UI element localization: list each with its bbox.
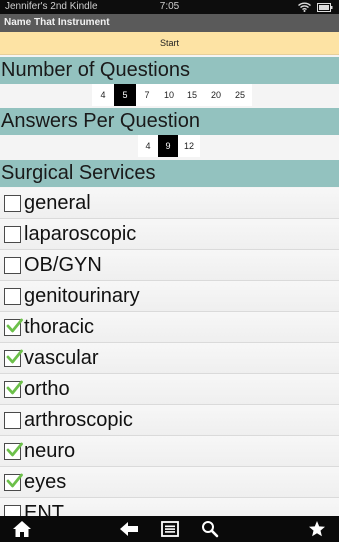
- menu-icon: [161, 521, 179, 537]
- checkbox[interactable]: [4, 411, 21, 429]
- checkmark-icon: [6, 318, 23, 332]
- checkbox[interactable]: [4, 194, 21, 212]
- service-row-neuro[interactable]: neuro: [0, 436, 339, 467]
- service-label: neuro: [24, 439, 76, 462]
- question-count-option[interactable]: 20: [204, 84, 228, 106]
- checkbox[interactable]: [4, 473, 23, 491]
- service-list: general laparoscopic OB/GYN genitourinar…: [0, 188, 339, 516]
- questions-header: Number of Questions: [0, 57, 339, 84]
- answer-count-option[interactable]: 12: [178, 135, 200, 157]
- service-label: general: [24, 191, 91, 214]
- checkmark-icon: [6, 349, 23, 363]
- checkmark-icon: [6, 442, 23, 456]
- start-button[interactable]: Start: [0, 32, 339, 55]
- service-label: eyes: [24, 470, 67, 493]
- wifi-icon: [298, 2, 311, 12]
- checkbox[interactable]: [4, 442, 23, 460]
- question-count-option[interactable]: 25: [228, 84, 252, 106]
- question-count-option[interactable]: 15: [180, 84, 204, 106]
- question-count-option[interactable]: 7: [136, 84, 158, 106]
- question-count-selector: 4 5 7 10 15 20 25: [92, 84, 252, 106]
- checkbox[interactable]: [4, 318, 23, 336]
- checkbox[interactable]: [4, 256, 21, 274]
- service-row-laparoscopic[interactable]: laparoscopic: [0, 219, 339, 250]
- service-label: vascular: [24, 346, 99, 369]
- checkbox[interactable]: [4, 380, 23, 398]
- favorites-button[interactable]: [306, 519, 328, 539]
- service-row-thoracic[interactable]: thoracic: [0, 312, 339, 343]
- nav-bar: [0, 516, 339, 542]
- service-label: thoracic: [24, 315, 95, 338]
- answers-header: Answers Per Question: [0, 108, 339, 135]
- service-row-obgyn[interactable]: OB/GYN: [0, 250, 339, 281]
- service-label: arthroscopic: [24, 408, 133, 431]
- status-icons: [298, 1, 333, 13]
- battery-icon: [317, 2, 333, 12]
- back-button[interactable]: [118, 519, 140, 539]
- answer-count-option[interactable]: 9: [158, 135, 178, 157]
- checkbox[interactable]: [4, 287, 21, 305]
- service-row-ent[interactable]: ENT: [0, 498, 339, 516]
- service-row-ortho[interactable]: ortho: [0, 374, 339, 405]
- home-button[interactable]: [11, 519, 33, 539]
- home-icon: [13, 521, 31, 537]
- service-label: OB/GYN: [24, 253, 102, 276]
- service-row-general[interactable]: general: [0, 188, 339, 219]
- menu-button[interactable]: [159, 519, 181, 539]
- back-icon: [120, 522, 138, 536]
- checkmark-icon: [6, 380, 23, 394]
- search-icon: [202, 521, 219, 538]
- service-label: genitourinary: [24, 284, 140, 307]
- services-header: Surgical Services: [0, 160, 339, 187]
- checkmark-icon: [6, 473, 23, 487]
- question-count-option[interactable]: 4: [92, 84, 114, 106]
- checkbox[interactable]: [4, 349, 23, 367]
- question-count-option[interactable]: 10: [158, 84, 180, 106]
- search-button[interactable]: [199, 519, 221, 539]
- checkbox[interactable]: [4, 225, 21, 243]
- service-label: ENT: [24, 501, 64, 517]
- app-title: Name That Instrument: [0, 14, 339, 32]
- service-row-eyes[interactable]: eyes: [0, 467, 339, 498]
- service-row-genitourinary[interactable]: genitourinary: [0, 281, 339, 312]
- clock: 7:05: [159, 1, 180, 12]
- checkbox[interactable]: [4, 504, 21, 516]
- answer-count-selector: 4 9 12: [138, 135, 200, 157]
- answer-count-option[interactable]: 4: [138, 135, 158, 157]
- service-row-arthroscopic[interactable]: arthroscopic: [0, 405, 339, 436]
- service-label: laparoscopic: [24, 222, 137, 245]
- service-row-vascular[interactable]: vascular: [0, 343, 339, 374]
- service-label: ortho: [24, 377, 70, 400]
- status-bar: Jennifer's 2nd Kindle 7:05: [0, 0, 339, 14]
- question-count-option[interactable]: 5: [114, 84, 136, 106]
- favorites-icon: [309, 521, 325, 537]
